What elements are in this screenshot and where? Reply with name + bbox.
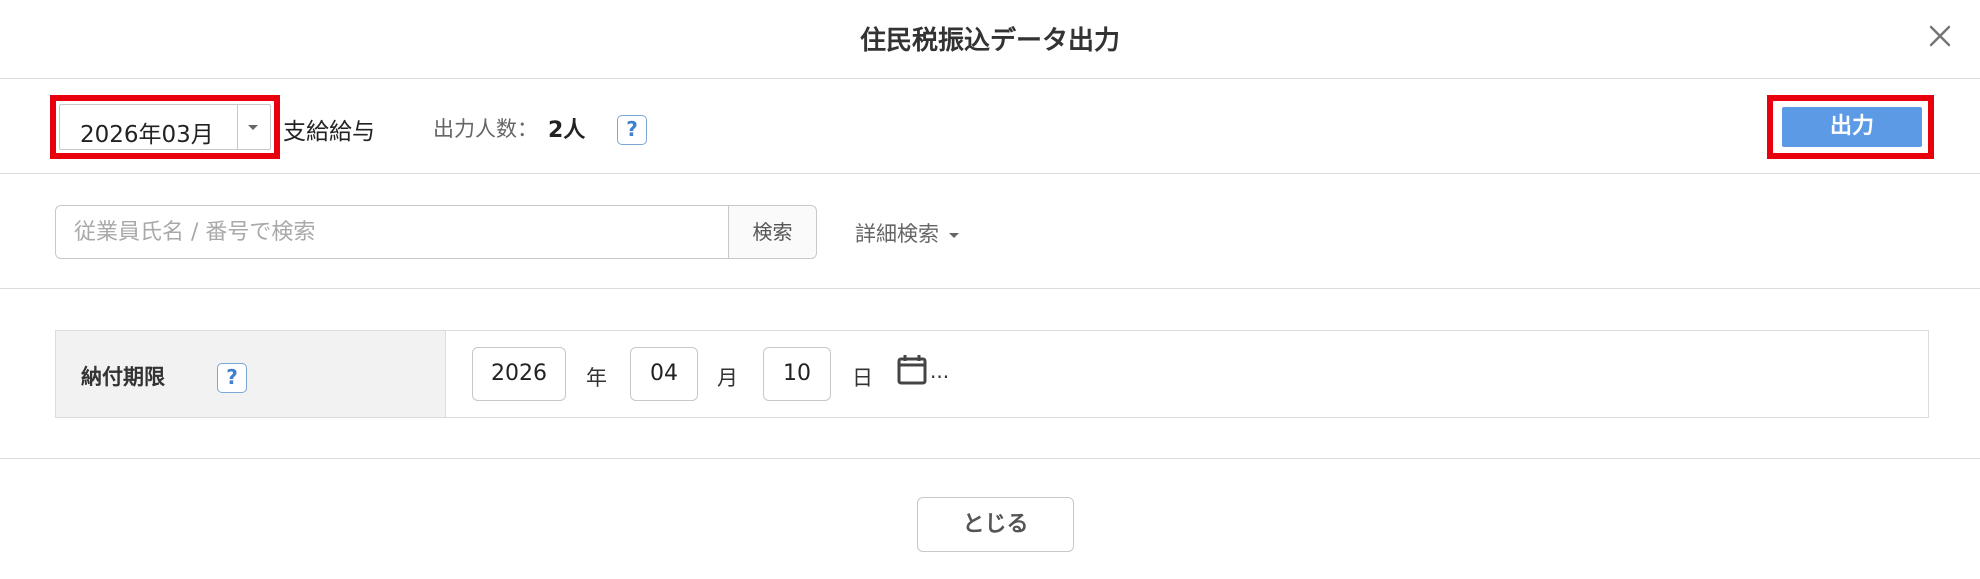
- search-box: [55, 205, 729, 259]
- close-icon[interactable]: [1920, 16, 1960, 56]
- select-divider: [237, 105, 238, 149]
- period-select-highlight: 2026年03月: [50, 95, 280, 159]
- help-icon[interactable]: ?: [217, 363, 247, 393]
- output-count-label: 出力人数：: [433, 117, 538, 141]
- dialog-header: 住民税振込データ出力: [0, 0, 1980, 79]
- deadline-label: 納付期限: [81, 365, 165, 389]
- deadline-row: 納付期限 ? 2026 年 04 月 10 日 ...: [55, 330, 1929, 418]
- pay-type-label: 支給給与: [283, 119, 375, 145]
- deadline-day-field[interactable]: 10: [763, 347, 831, 401]
- footer-divider: [0, 458, 1980, 459]
- deadline-month-field[interactable]: 04: [630, 347, 698, 401]
- chevron-down-icon: [949, 232, 959, 238]
- period-value: 2026年03月: [80, 122, 214, 148]
- export-button-highlight: 出力: [1767, 95, 1934, 159]
- close-button[interactable]: とじる: [917, 497, 1074, 552]
- search-row: 検索 詳細検索: [0, 175, 1980, 289]
- calendar-ellipsis: ...: [930, 359, 950, 383]
- month-unit-label: 月: [717, 366, 738, 390]
- dialog-title: 住民税振込データ出力: [859, 26, 1120, 56]
- help-icon[interactable]: ?: [617, 115, 647, 145]
- calendar-icon[interactable]: [896, 353, 928, 385]
- advanced-search-label: 詳細検索: [855, 222, 939, 246]
- chevron-down-icon[interactable]: [248, 125, 258, 130]
- output-count-value: 2人: [548, 118, 586, 143]
- search-input[interactable]: [56, 206, 728, 258]
- search-button[interactable]: 検索: [729, 205, 817, 259]
- deadline-year-field[interactable]: 2026: [472, 347, 566, 401]
- year-unit-label: 年: [586, 366, 607, 390]
- toolbar: 2026年03月 支給給与 出力人数： 2人 ? 出力: [0, 79, 1980, 174]
- export-button[interactable]: 出力: [1782, 107, 1922, 147]
- period-select[interactable]: 2026年03月: [59, 104, 271, 150]
- day-unit-label: 日: [852, 366, 873, 390]
- advanced-search-toggle[interactable]: 詳細検索: [855, 218, 959, 248]
- export-dialog: 住民税振込データ出力 2026年03月 支給給与 出力人数： 2人 ? 出力 検…: [0, 0, 1980, 579]
- deadline-label-cell: 納付期限 ?: [56, 331, 446, 417]
